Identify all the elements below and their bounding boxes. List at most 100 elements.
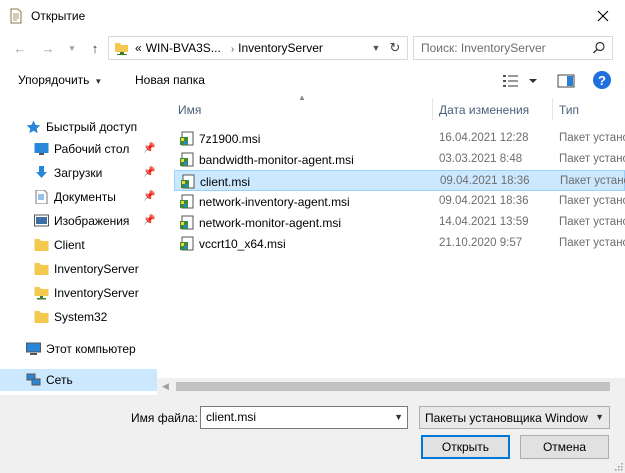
network-folder-icon <box>115 43 128 55</box>
pin-icon: 📌 <box>143 215 156 226</box>
sidebar-item-inventoryserver[interactable]: InventoryServer <box>0 258 157 280</box>
breadcrumb-overflow[interactable]: « <box>135 41 142 55</box>
msi-installer-icon <box>180 236 194 251</box>
sidebar-item-inventoryserver-network[interactable]: InventoryServer <box>0 282 157 304</box>
file-type: Пакет установщика Windows <box>559 216 625 228</box>
up-button[interactable]: ↑ <box>86 40 104 56</box>
sidebar-item-system32[interactable]: System32 <box>0 306 157 328</box>
filename-label: Имя файла: <box>131 411 198 425</box>
chevron-down-icon[interactable]: ▼ <box>394 412 403 422</box>
network-icon <box>26 373 41 386</box>
recent-locations-button[interactable]: ▼ <box>63 40 81 56</box>
file-row[interactable]: bandwidth-monitor-agent.msi 03.03.2021 8… <box>174 149 625 170</box>
desktop-icon <box>34 143 49 155</box>
chevron-down-icon: ▼ <box>595 412 604 422</box>
preview-pane-button[interactable] <box>557 73 575 89</box>
column-headers: ▲ Имя Дата изменения Тип <box>172 93 625 120</box>
file-row-selected[interactable]: client.msi 09.04.2021 18:36 Пакет устано… <box>174 170 625 191</box>
file-type: Пакет установщика Windows <box>559 132 625 144</box>
preview-pane-icon <box>557 74 575 88</box>
sidebar-item-desktop[interactable]: Рабочий стол 📌 <box>0 138 157 160</box>
file-date: 09.04.2021 18:36 <box>440 175 530 187</box>
scrollbar-thumb[interactable] <box>176 382 610 391</box>
address-bar[interactable]: « WIN-BVA3S... › InventoryServer ▼ ↻ <box>108 36 408 60</box>
file-row[interactable]: vccrt10_x64.msi 21.10.2020 9:57 Пакет ус… <box>174 233 625 254</box>
chevron-down-icon: ▼ <box>371 43 381 53</box>
computer-icon <box>26 342 41 355</box>
msi-installer-icon <box>180 131 194 146</box>
filename-field[interactable]: ▼ <box>200 406 408 429</box>
view-options-button[interactable] <box>502 72 542 90</box>
horizontal-scrollbar[interactable]: ◀ <box>157 378 625 395</box>
folder-icon <box>34 311 49 323</box>
help-icon: ? <box>598 72 606 88</box>
file-type-filter-value: Пакеты установщика Window <box>425 411 588 425</box>
document-icon <box>10 8 22 24</box>
close-button[interactable] <box>581 0 625 32</box>
details-view-icon <box>503 75 537 87</box>
scroll-left-icon[interactable]: ◀ <box>162 381 169 392</box>
sidebar-item-quick-access[interactable]: Быстрый доступ <box>0 116 157 138</box>
sidebar-item-network[interactable]: Сеть <box>0 369 157 391</box>
sidebar-item-label: InventoryServer <box>54 286 139 300</box>
search-icon <box>593 41 605 54</box>
sidebar-item-client[interactable]: Client <box>0 234 157 256</box>
chevron-down-icon: ▼ <box>68 43 76 53</box>
sidebar-item-this-pc[interactable]: Этот компьютер <box>0 338 157 360</box>
msi-installer-icon <box>181 174 195 189</box>
column-divider[interactable] <box>552 98 553 120</box>
column-header-date[interactable]: Дата изменения <box>439 103 529 117</box>
file-name: vccrt10_x64.msi <box>199 237 286 251</box>
file-row[interactable]: network-inventory-agent.msi 09.04.2021 1… <box>174 191 625 212</box>
arrow-left-icon: ← <box>13 40 27 56</box>
file-row[interactable]: network-monitor-agent.msi 14.04.2021 13:… <box>174 212 625 233</box>
resize-grip-icon[interactable] <box>613 461 623 471</box>
sidebar-item-pictures[interactable]: Изображения 📌 <box>0 210 157 232</box>
sidebar-item-label: Изображения <box>54 214 130 228</box>
cancel-button[interactable]: Отмена <box>520 435 609 459</box>
arrow-right-icon: → <box>41 40 55 56</box>
file-type-filter[interactable]: Пакеты установщика Window ▼ <box>419 406 610 429</box>
sidebar-item-downloads[interactable]: Загрузки 📌 <box>0 162 157 184</box>
column-divider[interactable] <box>432 98 433 120</box>
file-type: Пакет установщика Windows <box>559 195 625 207</box>
file-date: 21.10.2020 9:57 <box>439 237 523 249</box>
open-button[interactable]: Открыть <box>421 435 510 459</box>
new-folder-label: Новая папка <box>135 73 205 87</box>
network-folder-icon <box>34 287 49 300</box>
file-row[interactable]: 7z1900.msi 16.04.2021 12:28 Пакет устано… <box>174 128 625 149</box>
open-button-label: Открыть <box>441 440 490 454</box>
sidebar-item-label: Сеть <box>46 373 73 387</box>
sidebar-item-documents[interactable]: Документы 📌 <box>0 186 157 208</box>
refresh-button[interactable]: ↻ <box>385 37 405 59</box>
folder-icon <box>34 239 49 251</box>
forward-button[interactable]: → <box>39 40 57 56</box>
file-name: bandwidth-monitor-agent.msi <box>199 153 354 167</box>
column-header-type[interactable]: Тип <box>559 103 579 117</box>
msi-installer-icon <box>180 194 194 209</box>
file-list: ▲ Имя Дата изменения Тип 7z1900.msi 16.0… <box>172 93 625 376</box>
file-type: Пакет установщика Windows <box>559 237 625 249</box>
column-header-name[interactable]: Имя <box>178 103 201 117</box>
organize-button[interactable]: Упорядочить ▼ <box>18 73 102 87</box>
new-folder-button[interactable]: Новая папка <box>135 73 205 87</box>
toolbar: Упорядочить ▼ Новая папка <box>0 66 625 96</box>
address-history-dropdown[interactable]: ▼ <box>369 37 383 59</box>
breadcrumb-folder[interactable]: InventoryServer <box>238 41 323 55</box>
sidebar-item-label: Документы <box>54 190 116 204</box>
file-name: 7z1900.msi <box>199 132 261 146</box>
filename-input[interactable] <box>206 410 386 424</box>
pin-icon: 📌 <box>143 191 156 202</box>
search-box[interactable]: Поиск: InventoryServer <box>413 36 613 60</box>
cancel-button-label: Отмена <box>542 440 587 454</box>
pin-icon: 📌 <box>143 143 156 154</box>
help-button[interactable]: ? <box>593 71 611 89</box>
sidebar-item-label: InventoryServer <box>54 262 139 276</box>
file-date: 03.03.2021 8:48 <box>439 153 523 165</box>
sort-ascending-icon: ▲ <box>298 93 306 102</box>
back-button[interactable]: ← <box>11 40 29 56</box>
documents-icon <box>35 190 48 204</box>
file-type: Пакет установщика Windows <box>559 153 625 165</box>
breadcrumb-server[interactable]: WIN-BVA3S... <box>146 41 221 55</box>
sidebar-item-label: Загрузки <box>54 166 103 180</box>
